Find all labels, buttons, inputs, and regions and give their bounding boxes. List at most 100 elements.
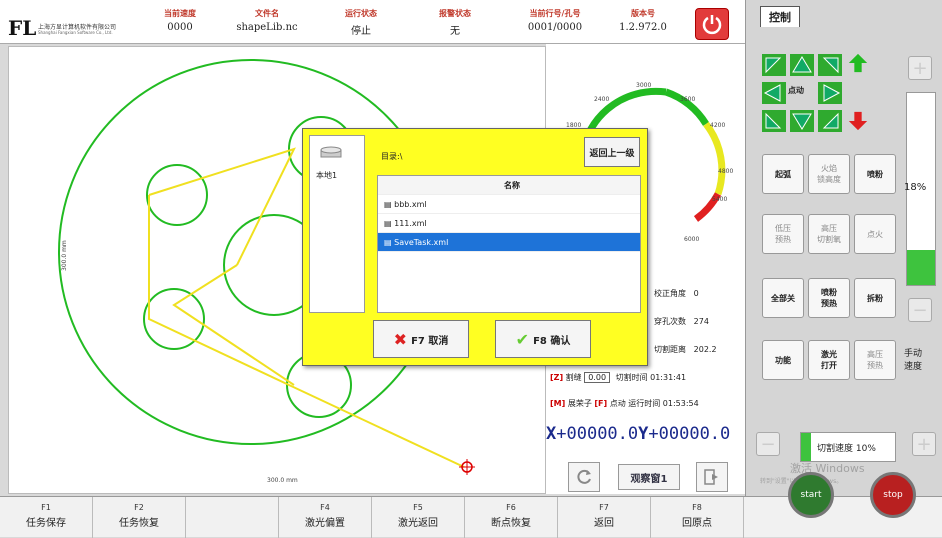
version: 版本号 1.2.972.0	[598, 8, 688, 33]
jog-right-icon[interactable]	[818, 82, 842, 104]
cut-time-value: 01:31:41	[650, 373, 687, 382]
line-number-value: 0001/0000	[527, 22, 583, 33]
jog-up-right-icon[interactable]	[818, 54, 842, 76]
f4-button[interactable]: F4 激光偏置	[279, 497, 372, 538]
fkey-key: F6	[506, 503, 516, 512]
gauge-tick: 3000	[636, 82, 652, 89]
cut-speed-bar[interactable]: 切割速度 10%	[800, 432, 896, 462]
run-status-value: 停止	[351, 26, 371, 37]
file-icon: ▤	[384, 200, 395, 209]
file-item[interactable]: ▤ 111.xml	[378, 214, 640, 233]
file-name-value: shapeLib.nc	[236, 22, 298, 33]
ignite-button[interactable]: 点火	[854, 214, 896, 254]
jog-left-icon[interactable]	[762, 82, 786, 104]
run-time-label: 运行时间	[628, 399, 661, 408]
f-text[interactable]: 点动	[610, 399, 626, 408]
jog-down-icon[interactable]	[790, 110, 814, 132]
stop-button[interactable]: stop	[870, 472, 916, 518]
status-row-label: 切割距离	[654, 345, 686, 354]
parent-folder-button[interactable]: 返回上一级	[584, 137, 640, 167]
power-button[interactable]	[695, 8, 729, 40]
cut-speed-fill	[801, 433, 811, 461]
check-icon: ✔	[515, 329, 530, 349]
f6-button[interactable]: F6 断点恢复	[465, 497, 558, 538]
y-axis-label: Y	[638, 424, 649, 444]
jog-down-right-icon[interactable]	[818, 110, 842, 132]
location-pane[interactable]: 本地1	[309, 135, 365, 313]
powder-spray-button[interactable]: 喷粉	[854, 154, 896, 194]
arc-start-button[interactable]: 起弧	[762, 154, 804, 194]
z-up-icon[interactable]	[846, 52, 870, 74]
z-down-icon[interactable]	[846, 110, 870, 132]
file-name-text: SaveTask.xml	[394, 238, 449, 247]
gauge-tick: 2400	[594, 96, 610, 103]
low-pressure-preheat-button[interactable]: 低压 预热	[762, 214, 804, 254]
file-item-selected[interactable]: ▤ SaveTask.xml	[378, 233, 640, 252]
kerf-value[interactable]: 0.00	[584, 372, 611, 383]
powder-preheat-button[interactable]: 喷粉 预热	[808, 278, 850, 318]
high-pressure-cut-oxygen-button[interactable]: 高压 切割氧	[808, 214, 850, 254]
coordinate-readout: X+00000.0Y+00000.0	[546, 424, 730, 444]
z-key: [Z]	[550, 373, 564, 382]
current-speed: 当前速度 0000	[135, 8, 225, 33]
canvas-height-label: 300.0 mm	[61, 240, 68, 271]
cut-speed-minus-button[interactable]: −	[756, 432, 780, 456]
status-row: 校正角度 0	[654, 288, 699, 299]
location-label[interactable]: 本地1	[316, 170, 337, 181]
f3-button[interactable]	[186, 497, 279, 538]
powder-remove-button[interactable]: 拆粉	[854, 278, 896, 318]
file-name-text: 111.xml	[394, 219, 427, 228]
kerf-label: 割缝	[565, 373, 582, 382]
speed-slider-fill	[907, 250, 935, 285]
cut-speed-plus-button[interactable]: +	[912, 432, 936, 456]
fkey-label: 激光偏置	[305, 518, 345, 529]
high-pressure-preheat-button[interactable]: 高压 预热	[854, 340, 896, 380]
file-icon: ▤	[384, 238, 395, 247]
line-number-label: 当前行号/孔号	[529, 9, 581, 18]
all-off-button[interactable]: 全部关	[762, 278, 804, 318]
line-number: 当前行号/孔号 0001/0000	[510, 8, 600, 33]
start-label: start	[800, 490, 822, 500]
run-status: 运行状态 停止	[316, 8, 406, 37]
file-list[interactable]: 名称 ▤ bbb.xml ▤ 111.xml ▤ SaveTask.xml	[377, 175, 641, 313]
fkey-label: 返回	[594, 518, 614, 529]
file-item[interactable]: ▤ bbb.xml	[378, 195, 640, 214]
speed-minus-button[interactable]: −	[908, 298, 932, 322]
column-header: 名称	[378, 176, 640, 195]
current-speed-label: 当前速度	[164, 9, 196, 18]
jog-down-left-icon[interactable]	[762, 110, 786, 132]
laser-open-button[interactable]: 激光 打开	[808, 340, 850, 380]
f1-button[interactable]: F1 任务保存	[0, 497, 93, 538]
tab-control[interactable]: 控制	[760, 6, 800, 27]
power-icon	[702, 15, 722, 35]
f-key: [F]	[594, 399, 608, 408]
cancel-button[interactable]: ✖ F7 取消	[373, 320, 469, 358]
speed-plus-button[interactable]: +	[908, 56, 932, 80]
fkey-key: F4	[320, 503, 330, 512]
alarm-status-label: 报警状态	[439, 9, 471, 18]
function-button[interactable]: 功能	[762, 340, 804, 380]
alarm-status: 报警状态无	[410, 8, 500, 37]
status-row: 穿孔次数 274	[654, 316, 709, 327]
f2-button[interactable]: F2 任务恢复	[93, 497, 186, 538]
f8-button[interactable]: F8 回原点	[651, 497, 744, 538]
flame-height-lock-button[interactable]: 火焰 锁高度	[808, 154, 850, 194]
run-time-value: 01:53:54	[662, 399, 699, 408]
jog-label: 点动	[788, 86, 804, 95]
jog-up-left-icon[interactable]	[762, 54, 786, 76]
confirm-button[interactable]: ✔ F8 确认	[495, 320, 591, 358]
f5-button[interactable]: F5 激光返回	[372, 497, 465, 538]
m-text[interactable]: 展荣子	[568, 399, 592, 408]
fkey-label: 任务保存	[26, 518, 66, 529]
f7-button[interactable]: F7 返回	[558, 497, 651, 538]
exit-button[interactable]	[696, 462, 728, 492]
start-button[interactable]: start	[788, 472, 834, 518]
confirm-label: F8 确认	[533, 335, 571, 347]
refresh-button[interactable]	[568, 462, 600, 492]
jog-up-icon[interactable]	[790, 54, 814, 76]
gauge-tick: 4200	[710, 122, 726, 129]
view-window-button[interactable]: 观察窗1	[618, 464, 680, 490]
speed-percent: 18%	[904, 182, 927, 193]
fkey-label: 激光返回	[398, 518, 438, 529]
canvas-width-label: 300.0 mm	[267, 477, 298, 484]
